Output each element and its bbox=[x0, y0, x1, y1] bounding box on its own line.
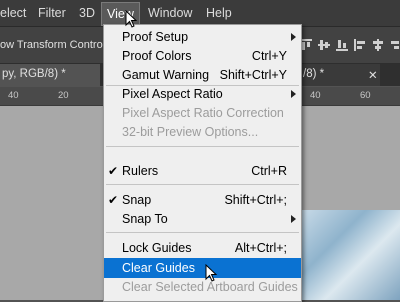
menu-item-shortcut: Shift+Ctrl+Y bbox=[219, 68, 287, 82]
menu-item-label: Snap To bbox=[122, 212, 168, 226]
menu-item-lock-guides[interactable]: Lock Guides Alt+Ctrl+; bbox=[104, 238, 301, 258]
menu-item-label: Lock Guides bbox=[122, 241, 192, 255]
menu-item-proof-setup[interactable]: Proof Setup bbox=[104, 27, 301, 47]
menu-item-pixel-aspect-ratio-correction: Pixel Aspect Ratio Correction bbox=[104, 103, 301, 123]
menu-item-shortcut: Alt+Ctrl+; bbox=[234, 241, 287, 255]
show-transform-controls-label[interactable]: ow Transform Controls bbox=[0, 39, 111, 51]
menu-item-label: Pixel Aspect Ratio bbox=[122, 87, 223, 101]
menu-item-32bit-preview-options: 32-bit Preview Options... bbox=[104, 122, 301, 142]
menu-separator bbox=[106, 184, 299, 185]
menu-item-shortcut: Ctrl+Y bbox=[251, 49, 287, 63]
menu-item-rulers[interactable]: ✔ Rulers Ctrl+R bbox=[104, 161, 301, 181]
menu-item-gamut-warning[interactable]: Gamut Warning Shift+Ctrl+Y bbox=[104, 65, 301, 85]
submenu-arrow-icon bbox=[291, 90, 296, 98]
menu-window[interactable]: Window bbox=[148, 6, 192, 20]
align-left-icon[interactable] bbox=[354, 39, 366, 51]
submenu-arrow-icon bbox=[291, 215, 296, 223]
menu-item-label: Proof Colors bbox=[122, 49, 192, 63]
menu-item-label: Rulers bbox=[122, 164, 159, 178]
menu-item-pixel-aspect-ratio[interactable]: Pixel Aspect Ratio bbox=[104, 84, 301, 104]
ruler-tick-label: 60 bbox=[360, 90, 371, 101]
menu-bar: elect Filter 3D View Window Help bbox=[0, 0, 400, 27]
ruler-tick-label: 40 bbox=[8, 90, 19, 101]
align-horizontal-center-icon[interactable] bbox=[372, 39, 384, 51]
menu-help[interactable]: Help bbox=[206, 6, 232, 20]
menu-item-clear-selected-artboard-guides: Clear Selected Artboard Guides bbox=[104, 277, 301, 297]
document-tab-label: /8) * bbox=[303, 68, 325, 80]
align-icons-group bbox=[300, 39, 400, 51]
align-bottom-icon[interactable] bbox=[336, 39, 348, 51]
menu-item-shortcut: Ctrl+R bbox=[251, 164, 287, 178]
menu-item-label: Gamut Warning bbox=[122, 68, 210, 82]
menu-item-label: 32-bit Preview Options... bbox=[122, 125, 259, 139]
menu-item-label: Snap bbox=[122, 193, 152, 207]
menu-item-label: Clear Guides bbox=[122, 261, 195, 275]
menu-item-proof-colors[interactable]: Proof Colors Ctrl+Y bbox=[104, 46, 301, 66]
menu-separator bbox=[106, 146, 299, 147]
submenu-arrow-icon bbox=[291, 33, 296, 41]
menu-item-label: Pixel Aspect Ratio Correction bbox=[122, 106, 284, 120]
menu-item-snap[interactable]: ✔ Snap Shift+Ctrl+; bbox=[104, 190, 301, 210]
menu-select[interactable]: elect bbox=[0, 6, 26, 20]
menu-filter[interactable]: Filter bbox=[38, 6, 66, 20]
ruler-tick-label: 20 bbox=[58, 90, 69, 101]
align-vertical-center-icon[interactable] bbox=[318, 39, 330, 51]
checkmark-icon: ✔ bbox=[108, 164, 119, 178]
menu-item-shortcut: Shift+Ctrl+; bbox=[224, 193, 287, 207]
menu-item-label: Proof Setup bbox=[122, 30, 189, 44]
mouse-cursor-icon bbox=[205, 264, 218, 282]
document-image[interactable] bbox=[300, 210, 400, 300]
menu-item-snap-to[interactable]: Snap To bbox=[104, 209, 301, 229]
menu-3d[interactable]: 3D bbox=[79, 6, 95, 20]
document-tab[interactable]: /8) * ✕ bbox=[300, 64, 380, 86]
menu-item-clear-guides[interactable]: Clear Guides bbox=[104, 258, 301, 278]
view-menu-dropdown: Proof Setup Proof Colors Ctrl+Y Gamut Wa… bbox=[103, 24, 302, 302]
checkmark-icon: ✔ bbox=[108, 193, 119, 207]
ruler-tick-label: 40 bbox=[310, 90, 321, 101]
close-icon[interactable]: ✕ bbox=[368, 68, 378, 82]
mouse-cursor-icon bbox=[125, 10, 138, 28]
document-tab-label: py, RGB/8) * bbox=[2, 68, 66, 80]
align-right-icon[interactable] bbox=[390, 39, 400, 51]
menu-separator bbox=[106, 232, 299, 233]
document-tab[interactable]: py, RGB/8) * bbox=[0, 64, 100, 86]
